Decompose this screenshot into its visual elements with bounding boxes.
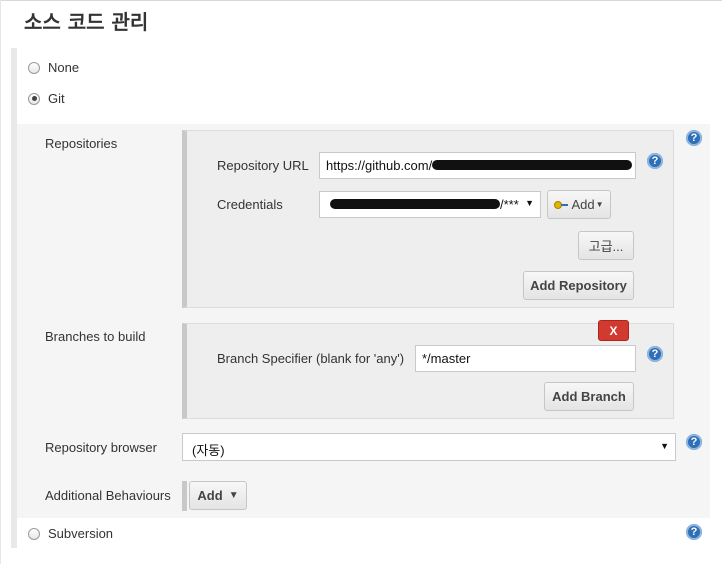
behaviours-bar <box>182 481 187 511</box>
add-repository-button[interactable]: Add Repository <box>523 271 634 300</box>
help-icon[interactable]: ? <box>686 130 702 146</box>
key-icon <box>554 200 569 209</box>
repository-url-label: Repository URL <box>217 158 309 173</box>
help-icon[interactable]: ? <box>686 524 702 540</box>
left-divider <box>0 0 4 564</box>
credentials-text: /*** <box>500 197 519 212</box>
branch-specifier-label: Branch Specifier (blank for 'any') <box>217 351 405 366</box>
repository-browser-label: Repository browser <box>45 440 157 455</box>
add-branch-button[interactable]: Add Branch <box>544 382 634 411</box>
help-icon[interactable]: ? <box>647 346 663 362</box>
repositories-label: Repositories <box>45 136 118 151</box>
additional-add-label: Add <box>197 488 223 503</box>
scm-option-subversion[interactable]: Subversion <box>28 526 113 541</box>
repository-url-text: https://github.com/ <box>326 158 433 173</box>
subversion-radio[interactable] <box>28 527 40 540</box>
delete-branch-button[interactable]: X <box>598 320 629 341</box>
branches-label: Branches to build <box>45 329 146 344</box>
advanced-button[interactable]: 고급... <box>578 231 634 260</box>
repository-browser-select[interactable]: (자동) ▼ <box>182 433 676 461</box>
credentials-add-button[interactable]: Add ▼ <box>547 190 611 219</box>
chevron-down-icon: ▼ <box>595 200 604 209</box>
subversion-label: Subversion <box>48 526 114 541</box>
scm-option-git[interactable]: Git <box>28 91 65 106</box>
page-title: 소스 코드 관리 <box>24 10 149 34</box>
chevron-down-icon: ▼ <box>525 198 534 208</box>
git-radio[interactable] <box>28 92 40 105</box>
chevron-down-icon: ▼ <box>228 490 239 501</box>
credentials-label: Credentials <box>217 197 283 212</box>
repository-browser-value: (자동) <box>192 443 225 458</box>
scm-option-none[interactable]: None <box>28 60 79 75</box>
chevron-down-icon: ▼ <box>660 441 669 451</box>
help-icon[interactable]: ? <box>647 153 663 169</box>
branch-specifier-input[interactable]: */master <box>415 345 636 372</box>
redaction-mark <box>330 199 500 209</box>
none-radio[interactable] <box>28 61 40 74</box>
additional-behaviours-add-button[interactable]: Add ▼ <box>189 481 247 510</box>
additional-behaviours-label: Additional Behaviours <box>45 488 171 503</box>
redaction-mark <box>432 160 632 170</box>
branch-specifier-text: */master <box>422 351 471 366</box>
none-label: None <box>48 60 80 75</box>
credentials-add-label: Add <box>571 197 595 212</box>
help-icon[interactable]: ? <box>686 434 702 450</box>
top-divider <box>0 0 722 3</box>
git-label: Git <box>48 91 65 106</box>
